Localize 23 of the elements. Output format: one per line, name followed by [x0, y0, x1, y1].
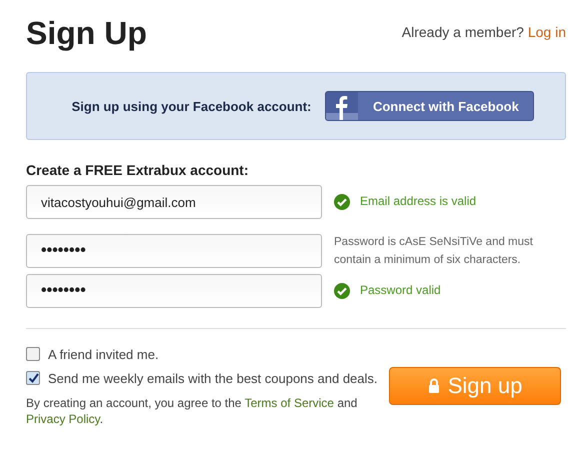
checkbox-label: A friend invited me.	[48, 346, 159, 362]
page-title: Sign Up	[26, 14, 147, 52]
password-hint: Password is cAsE SeNsiTiVe and must contain a minimum of six characters.	[334, 235, 534, 268]
validation-message: Password valid	[360, 282, 441, 300]
password-field[interactable]: ••••••••	[26, 234, 322, 268]
facebook-button[interactable]: Connect with Facebook	[325, 91, 534, 121]
login-link[interactable]: Log in	[528, 24, 566, 40]
check-icon	[334, 282, 350, 299]
checkbox-label: Send me weekly emails with the best coupons and deals.	[48, 370, 378, 386]
form-heading: Create a FREE Extrabux account:	[26, 162, 250, 178]
check-icon	[334, 194, 350, 210]
facebook-prompt: Sign up using your Facebook account:	[72, 98, 312, 114]
privacy-link[interactable]: Privacy Policy	[26, 412, 100, 426]
password-field[interactable]: ••••••••	[26, 274, 322, 308]
email-field[interactable]: vitacostyouhui@gmail.com	[26, 185, 322, 219]
facebook-icon	[326, 92, 358, 120]
checkbox[interactable]	[26, 371, 40, 386]
terms-text: By creating an account, you agree to the Terms of Service and Privacy Policy.	[26, 394, 358, 427]
member-prompt: Already a member?	[402, 24, 525, 40]
validation-message: Email address is valid	[360, 193, 476, 210]
terms-link[interactable]: Terms of Service	[244, 396, 334, 410]
lock-icon	[428, 378, 440, 394]
checkbox[interactable]	[26, 347, 40, 362]
